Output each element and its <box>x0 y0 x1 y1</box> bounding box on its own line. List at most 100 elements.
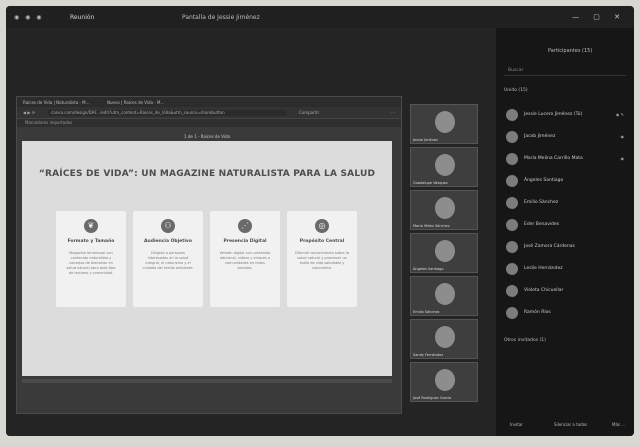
avatar <box>506 219 518 231</box>
video-tile[interactable]: Ángeles Santiago <box>410 233 478 273</box>
video-strip: Jessie Jiménez Guadalupe Vázquez María Y… <box>410 104 482 404</box>
participant-name: Eder Benavides <box>524 222 560 227</box>
participant-name: Jessie Lucero Jiménez (Tú) <box>524 112 583 117</box>
meeting-stage: Raíces de Vida | Naturalista - M... Nuev… <box>6 28 496 436</box>
more-button[interactable]: Más ... <box>612 422 625 427</box>
participant-item[interactable]: Leslie Hernández <box>502 258 630 280</box>
participant-name: José Zamora Cárdenas <box>524 244 575 249</box>
participant-item[interactable]: Eder Benavides <box>502 214 630 236</box>
card-body: Magazine bimensual con contenido natural… <box>66 251 116 275</box>
shared-browser-window: Raíces de Vida | Naturalista - M... Nuev… <box>16 96 402 414</box>
avatar <box>506 307 518 319</box>
title-bar: ◉ ◉ ◉ Reunión Pantalla de Jessie Jiménez… <box>6 6 634 28</box>
window-menu-icons[interactable]: ◉ ◉ ◉ <box>14 14 44 21</box>
avatar <box>506 131 518 143</box>
participant-search-input[interactable]: Buscar <box>504 66 626 76</box>
address-bar: ◀ ▶ ⟳ canva.com/design/DAF.../edit?utm_c… <box>17 107 401 119</box>
participant-item[interactable]: Violeta Chicuellar <box>502 280 630 302</box>
video-name: María Yáñez Sánchez <box>413 224 450 228</box>
mic-icon[interactable]: ◉ <box>621 156 625 161</box>
leaf-icon: ❦ <box>84 219 98 233</box>
card-formato: ❦ Formato y Tamaño Magazine bimensual co… <box>56 211 126 307</box>
other-invitees-section[interactable]: Otros invitados (1) <box>504 338 546 343</box>
participant-item[interactable]: Ángeles Santiago <box>502 170 630 192</box>
participant-name: Emilio Sánchez <box>524 200 559 205</box>
mic-icon[interactable]: ◉ <box>621 134 625 139</box>
video-name: Emilio Sánchez <box>413 310 440 314</box>
video-name: Guadalupe Vázquez <box>413 181 448 185</box>
avatar <box>506 241 518 253</box>
card-title: Formato y Tamaño <box>67 239 115 244</box>
video-tile[interactable]: Guadalupe Vázquez <box>410 147 478 187</box>
browser-menu-icon[interactable]: ⋯ <box>391 110 395 115</box>
slide-cards: ❦ Formato y Tamaño Magazine bimensual co… <box>56 211 358 307</box>
video-tile[interactable]: Jessie Jiménez <box>410 104 478 144</box>
card-audiencia: ⚇ Audiencia Objetivo Dirigido a personas… <box>133 211 203 307</box>
card-body: Difundir conocimiento sobre la salud nat… <box>295 251 349 270</box>
participant-item[interactable]: Emilio Sánchez <box>502 192 630 214</box>
slide-bottom-bar <box>22 379 392 383</box>
card-body: Versión digital con contenido adicional,… <box>219 251 271 270</box>
mute-all-button[interactable]: Silenciar a todos <box>554 422 587 427</box>
card-proposito: ◎ Propósito Central Difundir conocimient… <box>287 211 357 307</box>
nav-arrows-icon[interactable]: ◀ ▶ ⟳ <box>23 110 35 115</box>
participant-name: María Melina Carrillo Mata <box>524 156 583 161</box>
video-name: José Rodríguez García <box>413 396 452 400</box>
avatar <box>506 175 518 187</box>
slide-top-label: 1 de 1 - Raíces de Vida <box>184 134 230 139</box>
participant-item[interactable]: Jacob Jiménez ◉ <box>502 126 630 148</box>
avatar <box>506 153 518 165</box>
invite-button[interactable]: Invitar <box>510 422 523 427</box>
participant-name: Ángeles Santiago <box>524 178 564 183</box>
section-header[interactable]: Unido (15) <box>504 88 528 93</box>
browser-tab-design[interactable]: Raíces de Vida | Naturalista - M... <box>23 100 89 105</box>
participant-list: Jessie Lucero Jiménez (Tú) ◉ ✎ Jacob Jimé… <box>502 104 630 324</box>
participant-video <box>435 326 455 348</box>
card-title: Propósito Central <box>299 239 345 244</box>
participant-item[interactable]: Ramón Ríos <box>502 302 630 324</box>
window-controls[interactable]: — ▢ ✕ <box>572 13 626 21</box>
tab-meeting[interactable]: Reunión <box>70 14 94 21</box>
people-icon: ⚇ <box>161 219 175 233</box>
avatar <box>506 285 518 297</box>
target-icon: ◎ <box>315 219 329 233</box>
participant-name: Jacob Jiménez <box>524 134 556 139</box>
tab-screen-share[interactable]: Pantalla de Jessie Jiménez <box>182 14 260 21</box>
avatar <box>506 109 518 121</box>
participant-name: Violeta Chicuellar <box>524 288 564 293</box>
participant-video <box>435 197 455 219</box>
video-name: Jessie Jiménez <box>413 138 438 142</box>
video-tile[interactable]: Emilio Sánchez <box>410 276 478 316</box>
url-field[interactable]: canva.com/design/DAF.../edit?utm_content… <box>47 110 287 116</box>
video-tile[interactable]: José Rodríguez García <box>410 362 478 402</box>
video-name: Ángeles Santiago <box>413 267 444 271</box>
panel-title: Participantes (15) <box>548 48 593 54</box>
panel-footer: Invitar Silenciar a todos Más ... <box>496 416 634 434</box>
browser-tabs: Raíces de Vida | Naturalista - M... Nuev… <box>17 97 401 107</box>
avatar <box>506 263 518 275</box>
participants-panel: Participantes (15) Buscar Unido (15) Jes… <box>496 28 634 436</box>
presentation-slide: 1 de 1 - Raíces de Vida “RAÍCES DE VIDA”… <box>22 134 392 376</box>
video-tile[interactable]: Sandy Fernández <box>410 319 478 359</box>
participant-item[interactable]: Jessie Lucero Jiménez (Tú) ◉ ✎ <box>502 104 630 126</box>
card-title: Presencia Digital <box>223 239 267 244</box>
bookmark-bar[interactable]: Marcadores importados <box>17 119 401 127</box>
participant-video <box>435 111 455 133</box>
share-icon: ⋰ <box>238 219 252 233</box>
participant-video <box>435 283 455 305</box>
slide-title: “RAÍCES DE VIDA”: UN MAGAZINE NATURALIST… <box>38 169 376 179</box>
participant-video <box>435 240 455 262</box>
participant-video <box>435 369 455 391</box>
participant-item[interactable]: José Zamora Cárdenas <box>502 236 630 258</box>
video-tile[interactable]: María Yáñez Sánchez <box>410 190 478 230</box>
participant-item[interactable]: María Melina Carrillo Mata ◉ <box>502 148 630 170</box>
mic-icon[interactable]: ◉ ✎ <box>616 112 624 117</box>
share-button[interactable]: Compartir <box>299 110 319 115</box>
browser-tab-new[interactable]: Nuevo | Raíces de Vida - M... <box>107 100 164 105</box>
video-name: Sandy Fernández <box>413 353 444 357</box>
participant-name: Leslie Hernández <box>524 266 563 271</box>
avatar <box>506 197 518 209</box>
meeting-window: ◉ ◉ ◉ Reunión Pantalla de Jessie Jiménez… <box>6 6 634 436</box>
card-presencia: ⋰ Presencia Digital Versión digital con … <box>210 211 280 307</box>
participant-name: Ramón Ríos <box>524 310 551 315</box>
